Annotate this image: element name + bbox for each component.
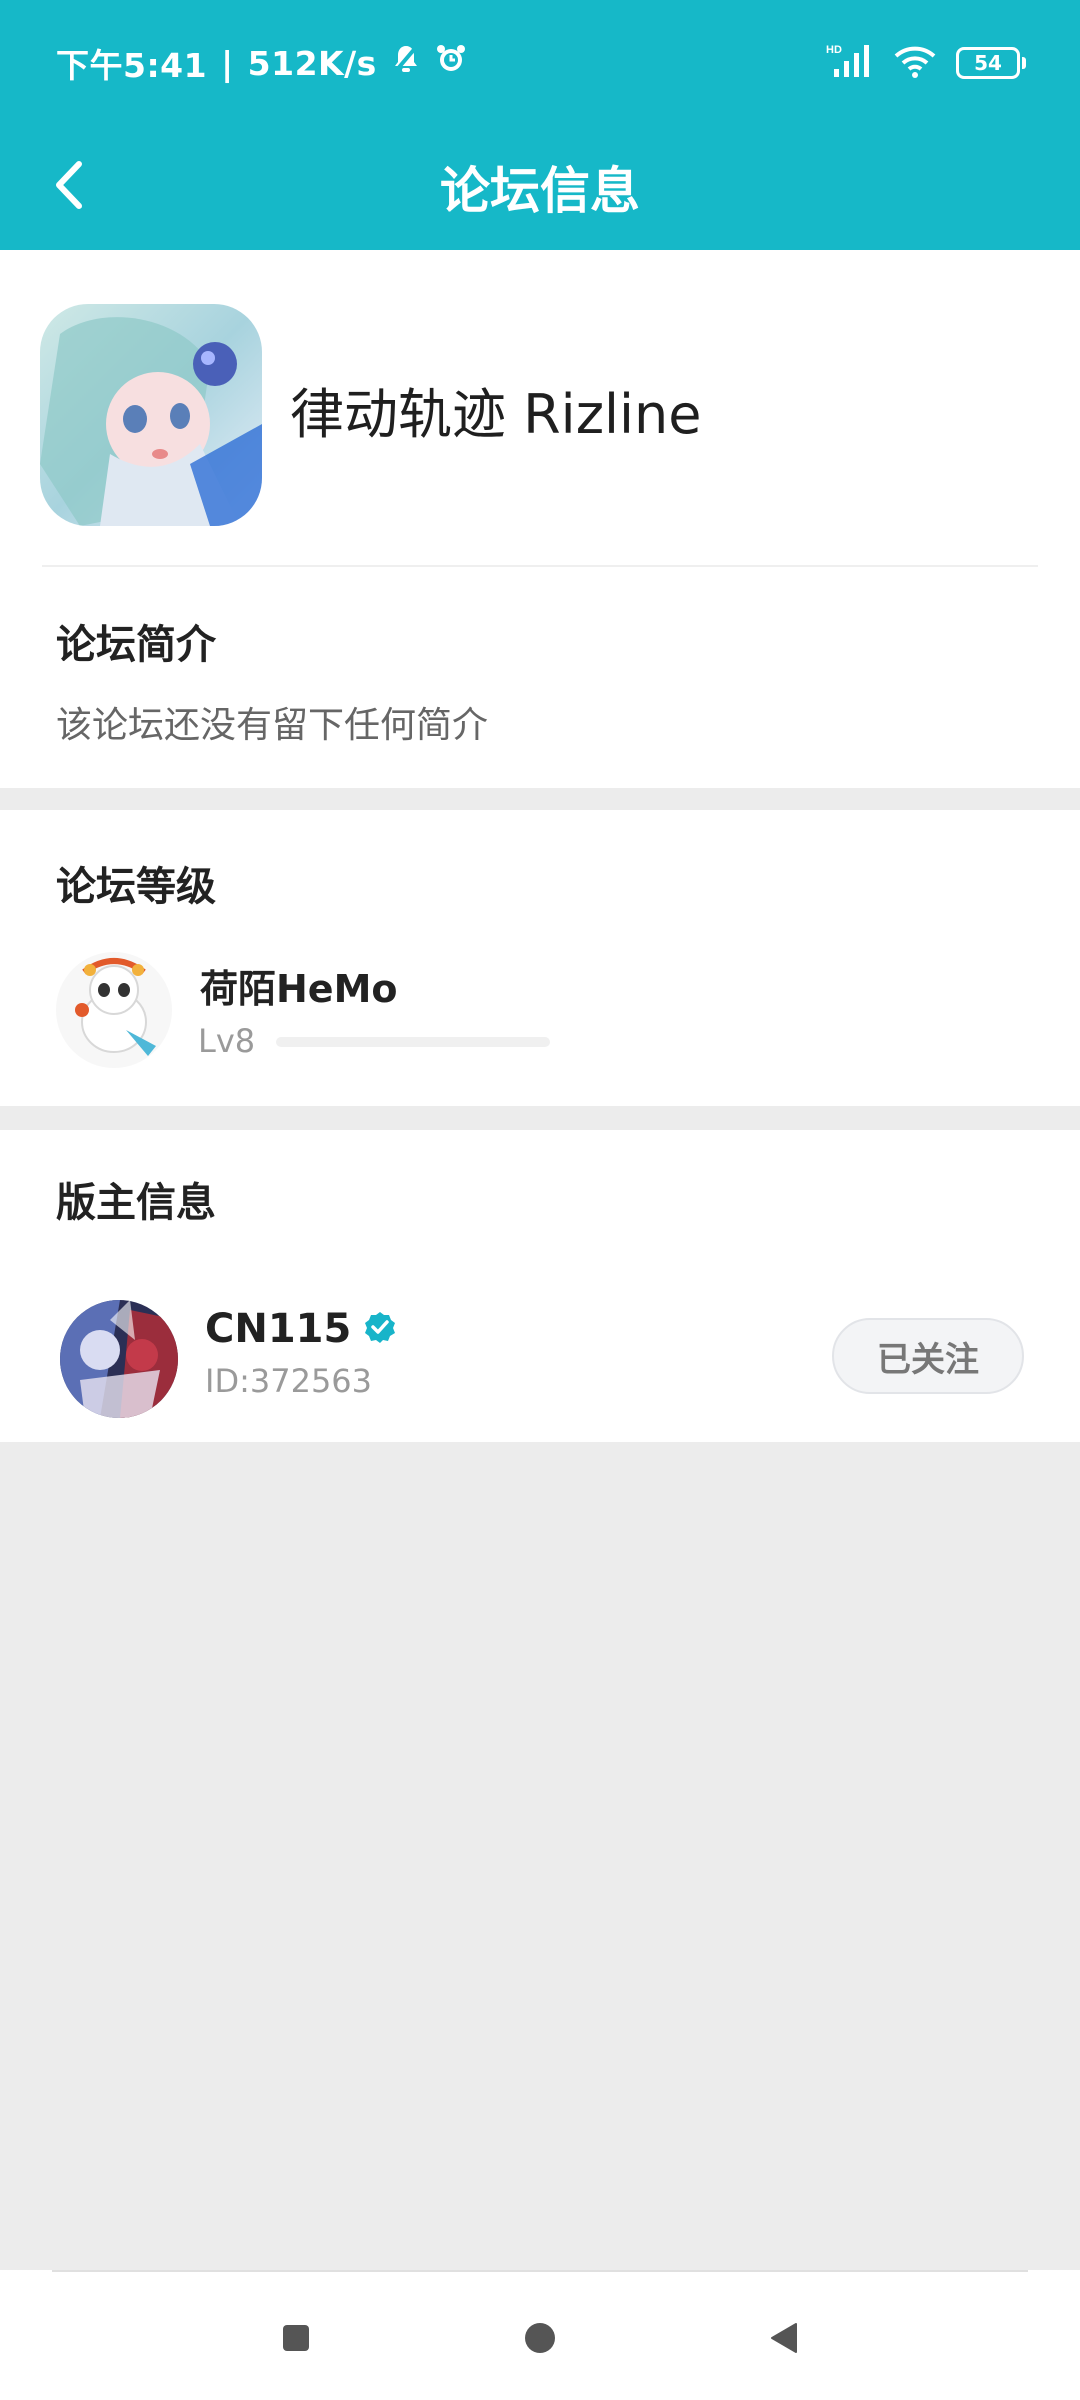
verified-badge-icon <box>363 1310 397 1348</box>
avatar[interactable] <box>54 950 174 1070</box>
home-icon <box>524 2322 556 2358</box>
forum-name: 律动轨迹 Rizline <box>290 383 702 446</box>
battery-level: 54 <box>974 51 1002 75</box>
back-icon <box>769 2322 799 2358</box>
status-time: 下午5:41 <box>56 46 208 85</box>
alarm-icon <box>435 43 467 83</box>
level-user-name: 荷陌HeMo <box>200 967 398 1011</box>
system-back-button[interactable] <box>754 2310 814 2370</box>
divider <box>42 565 1038 567</box>
moderator-name: CN115 <box>205 1306 352 1352</box>
svg-text:HD: HD <box>826 44 842 56</box>
forum-icon <box>40 304 262 526</box>
level-badge: Lv8 <box>198 1022 256 1060</box>
status-right: HD 54 <box>826 40 1026 86</box>
network-speed: 512K/s <box>247 43 377 83</box>
forum-info-card: 律动轨迹 Rizline 论坛简介 该论坛还没有留下任何简介 <box>0 250 1080 788</box>
chevron-left-icon <box>51 160 85 214</box>
signal-icon: HD <box>826 43 874 83</box>
divider <box>52 2270 1028 2272</box>
intro-text: 该论坛还没有留下任何简介 <box>56 705 489 746</box>
system-nav-bar <box>0 2270 1080 2400</box>
status-separator: | <box>221 43 234 83</box>
level-progress-bar <box>276 1037 550 1047</box>
follow-button[interactable]: 已关注 <box>832 1318 1024 1394</box>
wifi-icon <box>894 44 936 82</box>
back-button[interactable] <box>30 149 106 225</box>
moderator-title: 版主信息 <box>56 1180 216 1226</box>
moderator-name-row: CN115 <box>205 1306 397 1352</box>
status-bar: 下午5:41 | 512K/s HD 54 <box>0 0 1080 124</box>
home-button[interactable] <box>510 2310 570 2370</box>
level-title: 论坛等级 <box>56 864 216 910</box>
intro-title: 论坛简介 <box>56 622 216 668</box>
status-left: 下午5:41 | 512K/s <box>56 40 467 86</box>
notification-off-icon <box>391 43 421 83</box>
app-bar: 论坛信息 <box>0 124 1080 250</box>
forum-level-card: 论坛等级 荷陌HeMo Lv8 <box>0 810 1080 1106</box>
recent-apps-button[interactable] <box>266 2310 326 2370</box>
moderator-id: ID:372563 <box>205 1362 373 1400</box>
page-title: 论坛信息 <box>440 162 640 220</box>
recent-apps-icon <box>282 2324 310 2356</box>
moderator-avatar[interactable] <box>60 1300 178 1418</box>
moderator-card: 版主信息 CN115 ID:372563 已关注 <box>0 1130 1080 1442</box>
battery-icon: 54 <box>956 47 1026 79</box>
